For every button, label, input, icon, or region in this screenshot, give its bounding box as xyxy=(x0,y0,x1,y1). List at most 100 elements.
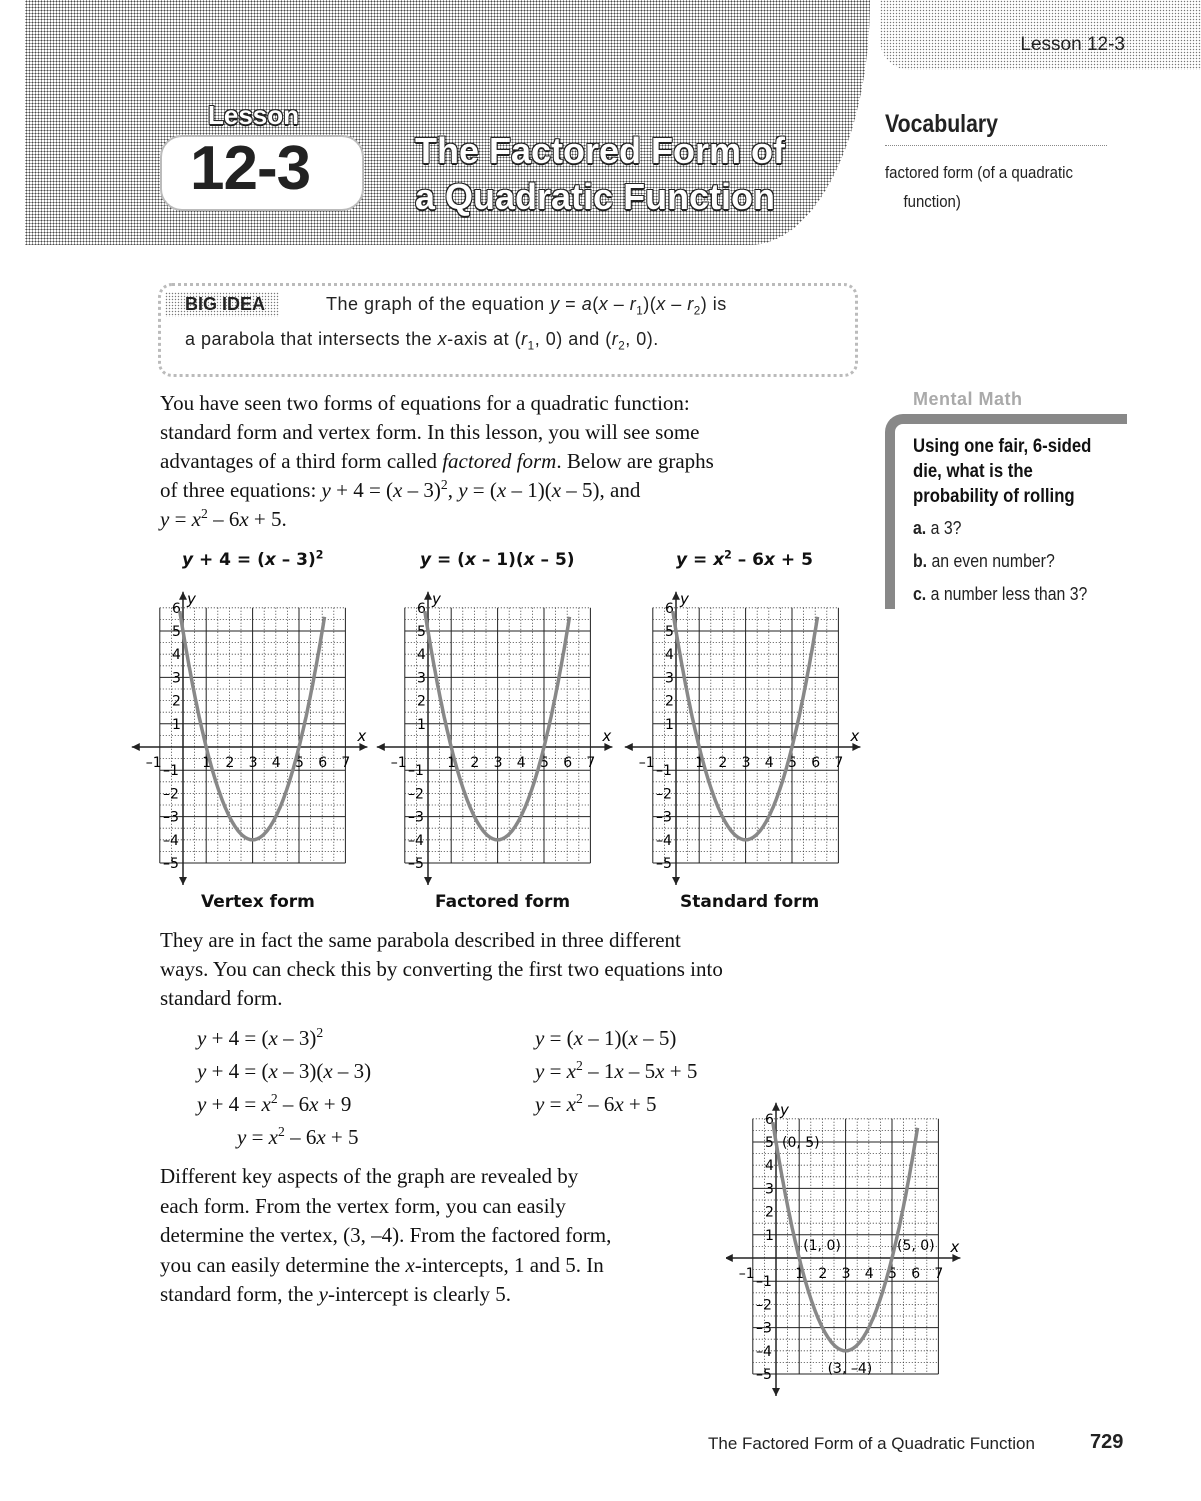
text-run: factored form xyxy=(442,449,557,473)
text-run: x xyxy=(239,507,249,531)
y-axis-label: y xyxy=(679,590,690,608)
x-axis-label: x xyxy=(601,727,611,745)
y-tick-label: 1 xyxy=(665,717,674,733)
option-text: a 3? xyxy=(926,518,962,538)
text-run: advantages of a third form called xyxy=(160,449,443,473)
text-run: y xyxy=(458,478,468,502)
y-tick-label: –4 xyxy=(163,833,179,849)
text-line: ways. You can check this by converting t… xyxy=(160,957,723,982)
term-text: factored form (of a quadratic xyxy=(885,163,1073,182)
x-tick-label: 6 xyxy=(911,1266,920,1282)
text-run: . Below are graphs xyxy=(556,449,714,473)
y-tick-label: 3 xyxy=(665,670,674,686)
text-run: determine the vertex, (3, –4). From the … xyxy=(160,1223,612,1247)
graph-vertex-form: xy–1 1 2 3 4 5 6 7654321–1–2–3–4–5 xyxy=(131,590,368,885)
mental-math-heading: Mental Math xyxy=(913,389,1023,409)
text-run: – 5) xyxy=(534,550,575,570)
lesson-tab: Lesson 12-3 xyxy=(880,0,1201,70)
text-line: You have seen two forms of equations for… xyxy=(160,391,690,416)
graph-title-vertex: y + 4 = (x – 3)2 xyxy=(182,548,324,570)
y-tick-label: 3 xyxy=(765,1181,774,1197)
x-tick-label: 6 xyxy=(811,755,820,771)
text-run: , xyxy=(447,478,459,502)
y-tick-label: –3 xyxy=(408,810,424,826)
text-run: – 6 xyxy=(582,1092,615,1116)
text-run: – 3)( xyxy=(277,1059,324,1083)
text-run: 1 xyxy=(527,339,535,353)
vocabulary-term: factored form (of a quadratic function) xyxy=(885,158,1096,216)
text-run: 2 xyxy=(315,548,324,562)
y-tick-label: 2 xyxy=(765,1205,774,1221)
text-run: The graph of the equation xyxy=(326,294,551,314)
x-tick-label: 3 xyxy=(742,755,751,771)
text-run: 2 xyxy=(724,548,732,562)
text-run: y xyxy=(535,1026,545,1050)
term-text: function) xyxy=(903,192,961,211)
big-idea-text: The graph of the equation y = a(x – r1)(… xyxy=(326,294,727,317)
text-run: a xyxy=(581,294,593,314)
text-line: standard form and vertex form. In this l… xyxy=(160,420,699,445)
text-run: , 0) and ( xyxy=(534,329,612,349)
y-tick-label: 1 xyxy=(765,1228,774,1244)
text-run: = xyxy=(246,1125,269,1149)
text-run: ways. You can check this by converting t… xyxy=(160,957,723,981)
text-run: standard form and vertex form. In this l… xyxy=(160,420,700,444)
text-line: you can easily determine the x-intercept… xyxy=(160,1253,604,1278)
graph-title-standard: y = x2 – 6x + 5 xyxy=(676,548,813,570)
y-tick-label: –3 xyxy=(656,810,672,826)
y-tick-label: 1 xyxy=(172,717,181,733)
text-run: + 5 xyxy=(325,1125,359,1149)
option-text: an even number? xyxy=(927,551,1055,571)
x-axis-label: x xyxy=(849,727,859,745)
graph-title-factored: y = (x – 1)(x – 5) xyxy=(420,550,575,570)
text-run: y xyxy=(550,294,560,314)
divider xyxy=(885,145,1107,146)
text-run: x xyxy=(191,507,201,531)
text-run: x xyxy=(614,1092,624,1116)
y-tick-label: –2 xyxy=(756,1297,772,1313)
y-tick-label: –5 xyxy=(163,856,179,872)
text-run: – 6 xyxy=(277,1092,310,1116)
text-run: y xyxy=(318,1282,328,1306)
text-run: + 5. xyxy=(248,507,287,531)
text-run: – 3) xyxy=(402,478,441,502)
text-run: -intercept is clearly 5. xyxy=(327,1282,512,1306)
point-label: (3, –4) xyxy=(828,1361,873,1377)
text-run: of three equations: xyxy=(160,478,322,502)
x-tick-label: 4 xyxy=(865,1266,874,1282)
text-run: – 6 xyxy=(731,550,765,570)
x-tick-label: –1 xyxy=(146,755,162,771)
text-run: x xyxy=(268,1059,278,1083)
text-run: x xyxy=(405,1252,415,1277)
mental-math-option-a: a. a 3? xyxy=(913,518,961,539)
text-run: x xyxy=(523,550,535,570)
text-run: , 0). xyxy=(625,329,659,349)
x-tick-label: 7 xyxy=(934,1266,943,1282)
text-run: standard form, the xyxy=(160,1282,319,1306)
y-tick-label: 4 xyxy=(172,647,181,663)
text-run: They are in fact the same parabola descr… xyxy=(160,928,681,952)
text-run: y xyxy=(160,507,170,531)
y-tick-label: –5 xyxy=(656,856,672,872)
text-run: each form. From the vertex form, you can… xyxy=(160,1193,566,1218)
text-run: x xyxy=(464,550,476,570)
y-tick-label: –2 xyxy=(656,786,672,802)
text-line: y = x2 – 1x – 5x + 5 xyxy=(535,1059,697,1084)
text-run: y xyxy=(197,1059,207,1083)
text-run: – 3) xyxy=(277,1026,317,1050)
text-line: of three equations: y + 4 = (x – 3)2, y … xyxy=(160,478,640,503)
text-run: 2 xyxy=(316,1025,324,1040)
text-run: = ( xyxy=(544,1026,574,1050)
text-run: x xyxy=(261,1092,271,1116)
text-run: x xyxy=(656,294,666,314)
y-axis-label: y xyxy=(779,1101,790,1119)
y-tick-label: 3 xyxy=(172,670,181,686)
graph-standard-form: xy–1 1 2 3 4 5 6 7654321–1–2–3–4–5 xyxy=(624,590,861,885)
text-run: x xyxy=(614,1059,624,1083)
x-axis-label: x xyxy=(356,727,366,745)
text-run: )( xyxy=(643,294,657,314)
text-run: -intercepts, 1 and 5. In xyxy=(414,1252,604,1277)
text-run: – 1)( xyxy=(475,550,524,570)
y-tick-label: –4 xyxy=(408,833,424,849)
text-run: = xyxy=(169,507,192,531)
